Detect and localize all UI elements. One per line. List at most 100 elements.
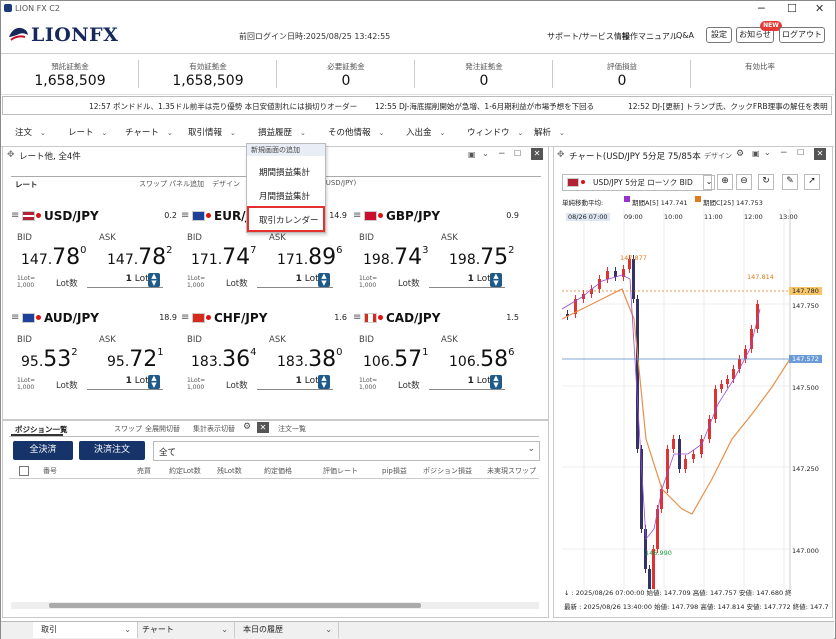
news-ticker[interactable]: 12:57 ポンドドル、1.35ドル前半は売り優勢 本日安値割れには損切りオーダ… xyxy=(2,96,832,115)
minimize-panel-icon[interactable]: − xyxy=(780,148,788,158)
close-panel-icon[interactable]: ✕ xyxy=(531,148,543,160)
monitor-icon[interactable]: ▣ xyxy=(468,150,476,159)
ask-price[interactable]: 171.896 xyxy=(277,245,343,270)
close-tab-icon[interactable]: ✕ xyxy=(257,422,269,433)
lot-stepper-icon[interactable]: ▲ ▼ xyxy=(318,375,330,389)
gear-icon[interactable]: ⚙ xyxy=(243,422,251,432)
ask-price[interactable]: 147.782 xyxy=(107,245,173,270)
ticker-item[interactable]: 12:55 DJ-海底掘削開始が急増、1-6月期利益が市場予想を下回る xyxy=(375,101,594,112)
tab-trade[interactable]: 取引 ⌄ xyxy=(33,622,138,638)
close-icon[interactable]: ✕ xyxy=(815,2,824,15)
ticker-item[interactable]: 12:57 ポンドドル、1.35ドル前半は売り優勢 本日安値割れには損切りオーダ… xyxy=(89,101,357,112)
hamburger-icon[interactable]: ≡ xyxy=(11,312,19,323)
settings-button[interactable]: 設定 xyxy=(706,27,732,43)
hamburger-icon[interactable]: ≡ xyxy=(353,312,361,323)
menu-rate[interactable]: レート ⌄ xyxy=(68,126,107,138)
candlestick-chart[interactable] xyxy=(562,209,828,589)
close-panel-icon[interactable]: ✕ xyxy=(814,148,826,160)
filter-select[interactable]: 全て ⌄ xyxy=(153,441,540,461)
select-all-checkbox[interactable] xyxy=(19,466,29,476)
support-link[interactable]: サポート/サービス情報 xyxy=(547,31,630,42)
menu-item-monthly-pl[interactable]: 月間損益集計 xyxy=(259,190,310,202)
tab-design[interactable]: デザイン xyxy=(704,151,732,161)
tab-expand-all[interactable]: 全展開切替 xyxy=(145,424,180,434)
close-order-button[interactable]: 決済注文 xyxy=(79,441,145,460)
pair-name[interactable]: AUD/JPY xyxy=(44,311,99,325)
tab-usdjpy[interactable]: (USD/JPY) xyxy=(323,179,356,187)
ticker-item[interactable]: 12:52 DJ-[更新] トランプ氏、クックFRB理事の解任を表明 xyxy=(628,101,828,112)
rate-tile-usdjpy[interactable]: ≡ USD/JPY 0.2 BID ASK 147.780 147.782 1Lot= 1,00… xyxy=(11,201,181,301)
tab-today-history[interactable]: 本日の履歴 ⌄ xyxy=(235,622,339,638)
bid-price[interactable]: 95.532 xyxy=(21,347,78,372)
pair-name[interactable]: GBP/JPY xyxy=(386,209,440,223)
zoom-out-icon[interactable]: ⊖ xyxy=(736,174,752,190)
tab-summary-toggle[interactable]: 集計表示切替 xyxy=(193,424,235,434)
scroll-thumb[interactable] xyxy=(49,603,421,608)
ask-price[interactable]: 183.380 xyxy=(277,347,343,372)
menu-pl-history[interactable]: 損益履歴 ⌄ xyxy=(258,126,306,138)
lot-stepper-icon[interactable]: ▲ ▼ xyxy=(148,273,160,287)
tab-swap[interactable]: スワップ xyxy=(139,179,167,189)
close-all-button[interactable]: 全決済 xyxy=(13,441,73,460)
menu-other-info[interactable]: その他情報 ⌄ xyxy=(328,126,384,138)
dropdown-icon[interactable]: ⌄ xyxy=(482,149,489,158)
manual-link[interactable]: 操作マニュアル xyxy=(622,31,678,42)
maximize-panel-icon[interactable]: ☐ xyxy=(797,148,804,157)
draw-tool-icon[interactable]: ➚ xyxy=(804,174,820,190)
pair-name[interactable]: CAD/JPY xyxy=(386,311,440,325)
tab-panel-add[interactable]: パネル追加 xyxy=(169,179,204,189)
bid-price[interactable]: 106.571 xyxy=(363,347,429,372)
dropdown-icon[interactable]: ⌄ xyxy=(764,148,771,157)
tab-order-list[interactable]: 注文一覧 xyxy=(278,424,306,434)
menu-item-period-pl[interactable]: 期間損益集計 xyxy=(259,166,310,178)
ask-price[interactable]: 95.721 xyxy=(107,347,164,372)
minimize-icon[interactable]: ─ xyxy=(758,2,765,15)
bid-price[interactable]: 198.743 xyxy=(363,245,429,270)
maximize-panel-icon[interactable]: ☐ xyxy=(514,149,521,158)
hamburger-icon[interactable]: ≡ xyxy=(353,210,361,221)
pair-name[interactable]: CHF/JPY xyxy=(214,311,267,325)
chevron-down-icon[interactable]: ⌄ xyxy=(703,175,715,190)
tab-design[interactable]: デザイン xyxy=(212,179,240,189)
menu-deposit[interactable]: 入出金 ⌄ xyxy=(406,126,445,138)
tab-swap[interactable]: スワップ xyxy=(114,424,142,434)
rate-tile-chfjpy[interactable]: ≡ CHF/JPY 1.6 BID ASK 183.364 183.380 1Lot= 1,00… xyxy=(181,303,351,403)
qa-link[interactable]: Q&A xyxy=(676,31,694,40)
horizontal-scrollbar[interactable] xyxy=(11,602,539,609)
ask-price[interactable]: 198.752 xyxy=(449,245,515,270)
menu-chart[interactable]: チャート ⌄ xyxy=(125,126,173,138)
lot-stepper-icon[interactable]: ▲ ▼ xyxy=(318,273,330,287)
rate-tile-gbpjpy[interactable]: ≡ GBP/JPY 0.9 BID ASK 198.743 198.752 1Lot= 1,00… xyxy=(353,201,523,301)
lot-stepper-icon[interactable]: ▲ ▼ xyxy=(490,273,502,287)
move-handle-icon[interactable]: ✥ xyxy=(7,150,15,160)
menu-trade-info[interactable]: 取引情報 ⌄ xyxy=(188,126,236,138)
hamburger-icon[interactable]: ≡ xyxy=(181,210,189,221)
bid-price[interactable]: 147.780 xyxy=(21,245,87,270)
pair-name[interactable]: USD/JPY xyxy=(44,209,99,223)
bid-price[interactable]: 171.747 xyxy=(191,245,257,270)
logout-button[interactable]: ログアウト xyxy=(779,27,825,43)
symbol-select[interactable]: USD/JPY 5分足 ローソク BID xyxy=(562,174,712,191)
hamburger-icon[interactable]: ≡ xyxy=(11,210,19,221)
minimize-panel-icon[interactable]: − xyxy=(498,149,506,159)
zoom-in-icon[interactable]: ⊕ xyxy=(717,174,733,190)
lot-stepper-icon[interactable]: ▲ ▼ xyxy=(148,375,160,389)
hamburger-icon[interactable]: ≡ xyxy=(181,312,189,323)
maximize-icon[interactable]: ☐ xyxy=(787,2,797,15)
gear-icon[interactable]: ⚙ xyxy=(736,149,744,159)
tab-rate[interactable]: レート xyxy=(15,179,38,190)
pen-icon[interactable]: ✎ xyxy=(782,174,798,190)
monitor-icon[interactable]: ▣ xyxy=(752,149,760,158)
menu-window[interactable]: ウィンドウ ⌄ xyxy=(467,126,523,138)
rate-tile-audjpy[interactable]: ≡ AUD/JPY 18.9 BID ASK 95.532 95.721 1Lot= 1,000… xyxy=(11,303,181,403)
menu-analysis[interactable]: 解析 ⌄ xyxy=(534,126,565,138)
menu-order[interactable]: 注文 ⌄ xyxy=(15,126,46,138)
move-handle-icon[interactable]: ✥ xyxy=(557,150,565,160)
ask-price[interactable]: 106.586 xyxy=(449,347,515,372)
refresh-icon[interactable]: ↻ xyxy=(758,174,774,190)
bid-price[interactable]: 183.364 xyxy=(191,347,257,372)
menu-label: 解析 xyxy=(534,128,552,138)
tab-chart[interactable]: チャート ⌄ xyxy=(134,622,235,638)
rate-tile-cadjpy[interactable]: ≡ CAD/JPY 1.5 BID ASK 106.571 106.586 1Lot= 1,00… xyxy=(353,303,523,403)
lot-stepper-icon[interactable]: ▲ ▼ xyxy=(490,375,502,389)
